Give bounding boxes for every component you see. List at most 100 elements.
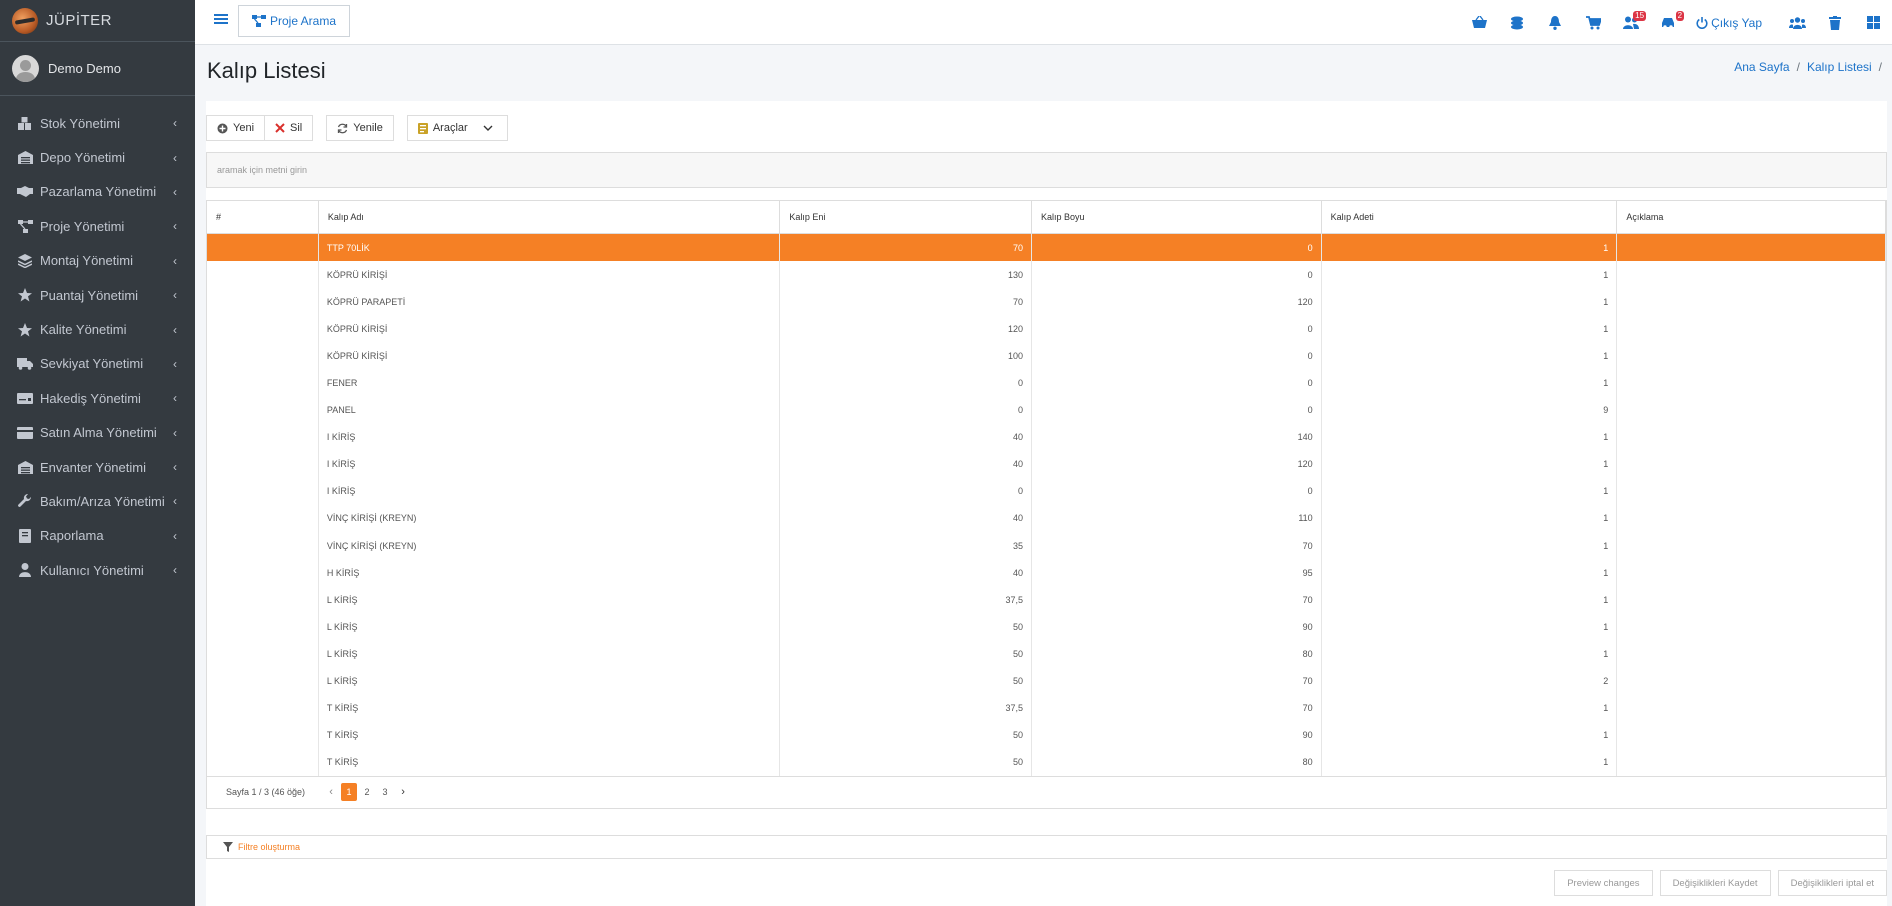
breadcrumb-current[interactable]: Kalıp Listesi [1807, 60, 1872, 74]
table-cell[interactable]: 0 [1032, 261, 1322, 289]
column-header[interactable]: Kalıp Adeti [1322, 201, 1618, 233]
table-cell[interactable]: L KİRİŞ [319, 667, 781, 695]
table-cell[interactable] [207, 721, 319, 749]
table-row[interactable]: VİNÇ KİRİŞİ (KREYN) 35 70 1 [207, 532, 1886, 560]
table-cell[interactable] [1617, 288, 1886, 316]
user-group-icon[interactable] [1778, 0, 1816, 45]
table-cell[interactable]: 1 [1322, 613, 1618, 641]
cars-notification-icon[interactable]: 2 [1650, 0, 1688, 45]
table-cell[interactable]: 70 [1032, 586, 1322, 614]
table-cell[interactable]: VİNÇ KİRİŞİ (KREYN) [319, 504, 781, 533]
table-cell[interactable]: 1 [1322, 342, 1618, 370]
pager-page[interactable]: 1 [341, 783, 358, 802]
table-row[interactable]: I KİRİŞ 40 140 1 [207, 423, 1886, 451]
logout-button[interactable]: Çıkış Yap [1688, 0, 1770, 45]
table-row[interactable]: H KİRİŞ 40 95 1 [207, 559, 1886, 587]
table-row[interactable]: L KİRİŞ 50 70 2 [207, 667, 1886, 695]
save-changes-button[interactable]: Değişiklikleri Kaydet [1659, 870, 1771, 896]
table-row[interactable]: I KİRİŞ 40 120 1 [207, 450, 1886, 478]
table-row[interactable]: PANEL 0 0 9 [207, 396, 1886, 424]
table-cell[interactable] [207, 369, 319, 397]
table-cell[interactable]: T KİRİŞ [319, 694, 781, 722]
table-cell[interactable]: 1 [1322, 369, 1618, 397]
pager-next-icon[interactable]: › [395, 783, 411, 801]
table-cell[interactable] [207, 748, 319, 776]
table-cell[interactable]: KÖPRÜ PARAPETİ [319, 288, 781, 316]
table-row[interactable]: TTP 70LİK 70 0 1 [207, 234, 1886, 262]
table-cell[interactable] [1617, 748, 1886, 776]
table-cell[interactable]: 50 [780, 667, 1033, 695]
table-cell[interactable] [1617, 586, 1886, 614]
table-row[interactable]: VİNÇ KİRİŞİ (KREYN) 40 110 1 [207, 504, 1886, 533]
table-row[interactable]: KÖPRÜ KİRİŞİ 120 0 1 [207, 315, 1886, 343]
table-cell[interactable]: 50 [780, 613, 1033, 641]
table-cell[interactable]: T KİRİŞ [319, 748, 781, 776]
table-cell[interactable]: 0 [1032, 396, 1322, 424]
table-cell[interactable] [1617, 721, 1886, 749]
sidebar-item-11[interactable]: Bakım/Arıza Yönetimi ‹ [0, 484, 195, 518]
column-header[interactable]: # [207, 201, 319, 233]
table-cell[interactable]: 1 [1322, 748, 1618, 776]
column-header[interactable]: Kalıp Adı [319, 201, 781, 233]
cart-icon[interactable] [1574, 0, 1612, 45]
table-cell[interactable]: 9 [1322, 396, 1618, 424]
table-row[interactable]: KÖPRÜ KİRİŞİ 130 0 1 [207, 261, 1886, 289]
breadcrumb-home[interactable]: Ana Sayfa [1734, 60, 1789, 74]
table-row[interactable]: L KİRİŞ 37,5 70 1 [207, 586, 1886, 614]
cancel-changes-button[interactable]: Değişiklikleri iptal et [1777, 870, 1887, 896]
table-cell[interactable] [207, 234, 319, 262]
column-header[interactable]: Açıklama [1617, 201, 1886, 233]
table-row[interactable]: T KİRİŞ 37,5 70 1 [207, 694, 1886, 722]
table-cell[interactable]: 90 [1032, 613, 1322, 641]
delete-button[interactable]: Sil [264, 115, 314, 141]
sidebar-item-9[interactable]: Satın Alma Yönetimi ‹ [0, 416, 195, 450]
table-cell[interactable] [1617, 423, 1886, 451]
trash-icon[interactable] [1816, 0, 1854, 45]
pager-page[interactable]: 3 [377, 783, 393, 801]
table-cell[interactable]: I KİRİŞ [319, 423, 781, 451]
table-cell[interactable] [207, 396, 319, 424]
table-cell[interactable]: 70 [780, 234, 1033, 262]
table-cell[interactable]: 1 [1322, 640, 1618, 668]
table-cell[interactable] [1617, 504, 1886, 533]
table-cell[interactable]: 1 [1322, 288, 1618, 316]
table-cell[interactable] [207, 694, 319, 722]
table-cell[interactable]: 0 [1032, 315, 1322, 343]
column-header[interactable]: Kalıp Boyu [1032, 201, 1322, 233]
table-cell[interactable]: PANEL [319, 396, 781, 424]
table-cell[interactable] [207, 559, 319, 587]
sidebar-item-6[interactable]: Kalite Yönetimi ‹ [0, 312, 195, 346]
table-cell[interactable]: 1 [1322, 261, 1618, 289]
table-cell[interactable] [1617, 315, 1886, 343]
table-cell[interactable] [1617, 477, 1886, 505]
table-cell[interactable] [207, 342, 319, 370]
bell-icon[interactable] [1536, 0, 1574, 45]
table-cell[interactable] [207, 667, 319, 695]
table-cell[interactable]: 1 [1322, 315, 1618, 343]
sidebar-item-2[interactable]: Pazarlama Yönetimi ‹ [0, 175, 195, 209]
table-cell[interactable] [207, 504, 319, 533]
table-cell[interactable]: 100 [780, 342, 1033, 370]
table-cell[interactable]: 1 [1322, 721, 1618, 749]
table-cell[interactable]: 95 [1032, 559, 1322, 587]
table-cell[interactable]: 0 [1032, 369, 1322, 397]
table-cell[interactable]: 40 [780, 559, 1033, 587]
table-cell[interactable]: KÖPRÜ KİRİŞİ [319, 342, 781, 370]
table-cell[interactable]: TTP 70LİK [319, 234, 781, 262]
table-row[interactable]: T KİRİŞ 50 80 1 [207, 748, 1886, 776]
table-cell[interactable]: 1 [1322, 694, 1618, 722]
table-cell[interactable] [1617, 234, 1886, 262]
table-row[interactable]: I KİRİŞ 0 0 1 [207, 477, 1886, 505]
table-cell[interactable]: 40 [780, 450, 1033, 478]
table-cell[interactable]: T KİRİŞ [319, 721, 781, 749]
table-cell[interactable]: FENER [319, 369, 781, 397]
table-cell[interactable]: 120 [1032, 288, 1322, 316]
table-row[interactable]: L KİRİŞ 50 80 1 [207, 640, 1886, 668]
table-row[interactable]: L KİRİŞ 50 90 1 [207, 613, 1886, 641]
table-cell[interactable]: 37,5 [780, 586, 1033, 614]
table-cell[interactable]: 2 [1322, 667, 1618, 695]
table-cell[interactable] [1617, 559, 1886, 587]
table-cell[interactable]: 50 [780, 721, 1033, 749]
users-notification-icon[interactable]: 15 [1612, 0, 1650, 45]
sidebar-item-3[interactable]: Proje Yönetimi ‹ [0, 209, 195, 243]
